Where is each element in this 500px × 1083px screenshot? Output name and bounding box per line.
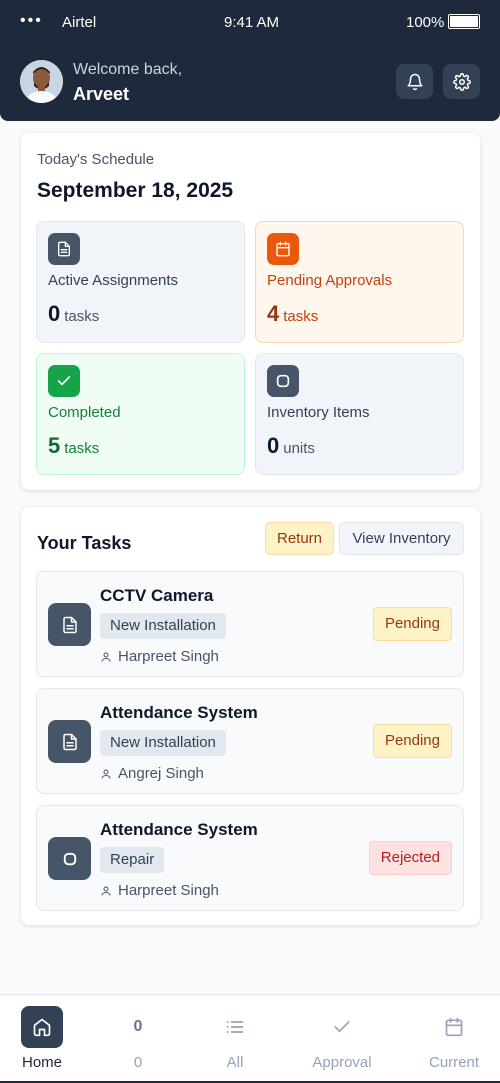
bell-icon bbox=[407, 73, 422, 90]
stat-pending-approvals[interactable]: Pending Approvals 4 tasks bbox=[255, 221, 464, 343]
document-icon bbox=[48, 720, 91, 763]
list-icon bbox=[214, 1006, 256, 1048]
signal-dots: ••• bbox=[20, 12, 43, 29]
view-inventory-button[interactable]: View Inventory bbox=[339, 522, 464, 555]
count-badge: 0 bbox=[133, 1018, 143, 1035]
bottom-nav: Home 0 0 All Approval Current bbox=[0, 994, 500, 1083]
task-assignee: Angrej Singh bbox=[100, 765, 204, 782]
gear-icon bbox=[452, 72, 471, 91]
task-item[interactable]: Attendance System Repair Harpreet Singh … bbox=[36, 805, 464, 911]
welcome-text: Welcome back, bbox=[73, 61, 183, 78]
task-title: Attendance System bbox=[100, 820, 258, 839]
stat-value: 0 units bbox=[267, 433, 315, 458]
assignee-name: Angrej Singh bbox=[118, 765, 204, 782]
task-assignee: Harpreet Singh bbox=[100, 648, 219, 665]
nav-label: 0 bbox=[133, 1054, 143, 1071]
nav-label: Current bbox=[428, 1054, 480, 1071]
nav-count[interactable]: 0 0 bbox=[88, 995, 188, 1083]
task-type-tag: Repair bbox=[100, 847, 165, 873]
task-title: CCTV Camera bbox=[100, 586, 214, 605]
task-type-tag: New Installation bbox=[100, 730, 226, 756]
stat-label: Pending Approvals bbox=[267, 272, 393, 289]
home-icon bbox=[21, 1006, 63, 1048]
stat-label: Completed bbox=[48, 404, 121, 421]
user-name: Arveet bbox=[73, 84, 130, 104]
nav-current[interactable]: Current bbox=[404, 995, 500, 1083]
user-icon bbox=[101, 886, 111, 896]
box-icon bbox=[48, 837, 91, 880]
check-icon bbox=[48, 365, 80, 397]
app-header: ••• Airtel 9:41 AM 100% Welcome back, Ar… bbox=[0, 0, 500, 121]
user-icon bbox=[101, 652, 111, 662]
schedule-label: Today's Schedule bbox=[37, 151, 155, 168]
stat-label: Inventory Items bbox=[267, 404, 370, 421]
stat-value: 4 tasks bbox=[267, 301, 319, 326]
notifications-button[interactable] bbox=[396, 64, 433, 99]
document-icon bbox=[48, 603, 91, 646]
settings-button[interactable] bbox=[443, 64, 480, 99]
nav-all[interactable]: All bbox=[185, 995, 285, 1083]
carrier-name: Airtel bbox=[62, 14, 97, 31]
task-item[interactable]: Attendance System New Installation Angre… bbox=[36, 688, 464, 794]
status-bar: ••• Airtel 9:41 AM 100% bbox=[0, 0, 500, 44]
check-icon bbox=[321, 1006, 363, 1048]
document-icon bbox=[48, 233, 80, 265]
nav-label: Home bbox=[21, 1054, 62, 1071]
nav-label: All bbox=[226, 1054, 244, 1071]
stat-active-assignments[interactable]: Active Assignments 0 tasks bbox=[36, 221, 245, 343]
assignee-name: Harpreet Singh bbox=[118, 648, 219, 665]
schedule-date: September 18, 2025 bbox=[37, 179, 234, 202]
return-button[interactable]: Return bbox=[265, 522, 334, 555]
tasks-card: Your Tasks Return View Inventory CCTV Ca… bbox=[21, 507, 480, 925]
status-time: 9:41 AM bbox=[224, 14, 280, 31]
stat-value: 5 tasks bbox=[48, 433, 100, 458]
status-badge: Rejected bbox=[368, 841, 452, 875]
battery-percent: 100% bbox=[406, 14, 445, 31]
stat-label: Active Assignments bbox=[48, 272, 179, 289]
user-icon bbox=[101, 769, 111, 779]
status-badge: Pending bbox=[372, 724, 452, 758]
box-icon bbox=[267, 365, 299, 397]
task-type-tag: New Installation bbox=[100, 613, 226, 639]
status-badge: Pending bbox=[372, 607, 452, 641]
task-title: Attendance System bbox=[100, 703, 258, 722]
nav-approval[interactable]: Approval bbox=[292, 995, 392, 1083]
tasks-title: Your Tasks bbox=[37, 533, 132, 553]
nav-label: Approval bbox=[312, 1054, 372, 1071]
stat-inventory-items[interactable]: Inventory Items 0 units bbox=[255, 353, 464, 475]
schedule-card: Today's Schedule September 18, 2025 Acti… bbox=[21, 133, 480, 490]
nav-home[interactable]: Home bbox=[0, 995, 92, 1083]
stat-completed[interactable]: Completed 5 tasks bbox=[36, 353, 245, 475]
assignee-name: Harpreet Singh bbox=[118, 882, 219, 899]
calendar-icon bbox=[433, 1006, 475, 1048]
task-item[interactable]: CCTV Camera New Installation Harpreet Si… bbox=[36, 571, 464, 677]
battery-icon bbox=[448, 14, 480, 29]
stat-value: 0 tasks bbox=[48, 301, 100, 326]
avatar[interactable] bbox=[20, 60, 63, 103]
calendar-icon bbox=[267, 233, 299, 265]
task-assignee: Harpreet Singh bbox=[100, 882, 219, 899]
